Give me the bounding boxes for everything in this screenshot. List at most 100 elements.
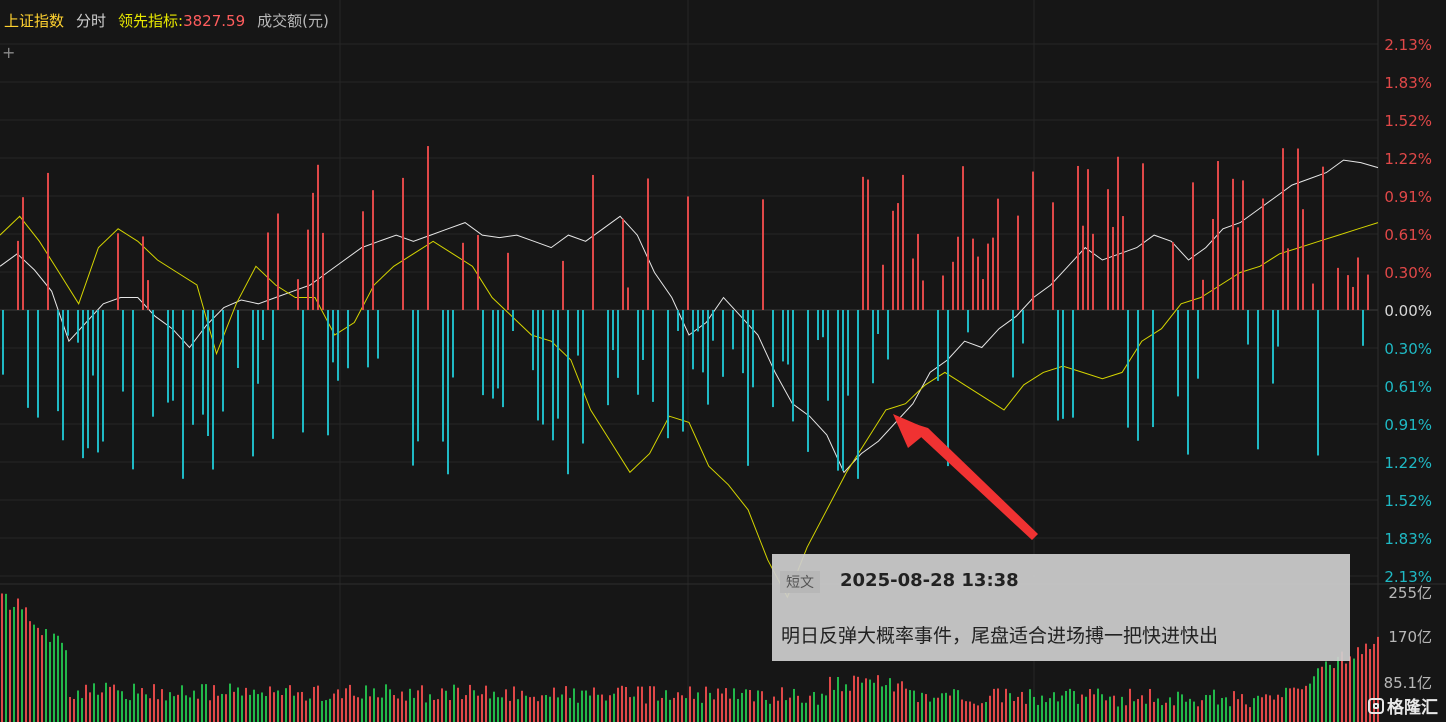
red-bar [1052,202,1054,310]
cyan-bar [497,310,499,389]
cyan-bar [772,310,774,408]
volume-bar [961,699,963,722]
volume-bar [473,690,475,722]
volume-bar [89,692,91,722]
cyan-bar [412,310,414,466]
red-bar [1087,169,1089,310]
volume-bar [13,606,15,722]
red-bar [1262,198,1264,310]
volume-bar [441,688,443,722]
volume-bar [985,701,987,722]
volume-bar [1005,688,1007,722]
y-tick-label: 0.30% [1384,264,1432,282]
volume-bar [1205,694,1207,722]
volume-bar [1197,706,1199,722]
volume-bar [357,697,359,722]
volume-bar [405,700,407,722]
volume-bar [973,703,975,722]
volume-tick-label: 85.1亿 [1384,674,1432,692]
cyan-bar [1197,310,1199,379]
volume-bar [1357,647,1359,722]
cyan-bar [1072,310,1074,418]
volume-bar [145,694,147,722]
volume-bar [1305,685,1307,722]
volume-bar [1045,702,1047,722]
watermark-logo: 格隆汇 [1368,693,1438,718]
volume-bar [1081,694,1083,722]
cyan-bar [782,310,784,362]
volume-bar [1017,696,1019,722]
cyan-bar [822,310,824,338]
cyan-bar [262,310,264,340]
volume-bar [377,697,379,722]
volume-bar [1077,703,1079,722]
volume-bar [977,705,979,722]
red-bar [47,172,49,310]
volume-bar [589,695,591,722]
volume-bar [1313,676,1315,722]
volume-bar [921,692,923,722]
volume-bar [1173,705,1175,722]
volume-bar [825,695,827,722]
volume-bar [733,688,735,722]
cyan-bar [652,310,654,402]
y-tick-label: 1.83% [1384,530,1432,548]
index-name[interactable]: 上证指数 [4,10,64,34]
volume-bar [1221,698,1223,722]
volume-bar [1057,701,1059,722]
red-bar [1122,216,1124,310]
volume-bar [81,698,83,722]
volume-bar [605,700,607,722]
volume-bar [73,698,75,722]
volume-bar [309,698,311,722]
volume-bar [1289,688,1291,722]
volume-bar [1097,688,1099,722]
volume-bar [65,650,67,722]
cyan-bar [102,310,104,442]
volume-bar [773,696,775,722]
leading-indicator-label: 领先指标: [118,12,184,30]
volume-bar [669,699,671,722]
volume-bar [641,686,643,722]
volume-bar [77,690,79,722]
volume-bar [113,684,115,722]
red-bar [952,261,954,310]
cyan-bar [302,310,304,433]
volume-bar [1037,704,1039,722]
cursor-plus-icon: + [2,43,15,62]
news-card[interactable]: 短文 2025-08-28 13:38 明日反弹大概率事件，尾盘适合进场搏一把快… [772,554,1350,661]
volume-bar [957,690,959,722]
volume-bar [349,684,351,722]
red-bar [647,178,649,310]
cyan-bar [492,310,494,399]
volume-bar [741,692,743,722]
cyan-bar [947,310,949,467]
cyan-bar [887,310,889,360]
red-bar [1237,227,1239,310]
volume-bar [737,698,739,722]
red-bar [1337,267,1339,310]
cyan-bar [577,310,579,356]
cyan-bar [612,310,614,351]
y-tick-label: 1.22% [1384,150,1432,168]
y-tick-label: 1.22% [1384,454,1432,472]
volume-bar [777,700,779,722]
red-bar [142,236,144,310]
volume-bar [537,701,539,722]
volume-bar [177,694,179,722]
cyan-bar [447,310,449,475]
volume-bar [509,700,511,722]
volume-bar [261,692,263,722]
volume-bar [1021,691,1023,722]
red-bar [962,166,964,310]
volume-bar [809,695,811,722]
volume-bar [805,702,807,722]
volume-bar [165,700,167,722]
time-mode-label[interactable]: 分时 [76,10,106,34]
volume-bar [813,691,815,722]
volume-bar [1161,705,1163,722]
y-tick-label: 0.00% [1384,302,1432,320]
volume-bar [665,690,667,722]
cyan-bar [512,310,514,331]
volume-bar [1209,695,1211,722]
